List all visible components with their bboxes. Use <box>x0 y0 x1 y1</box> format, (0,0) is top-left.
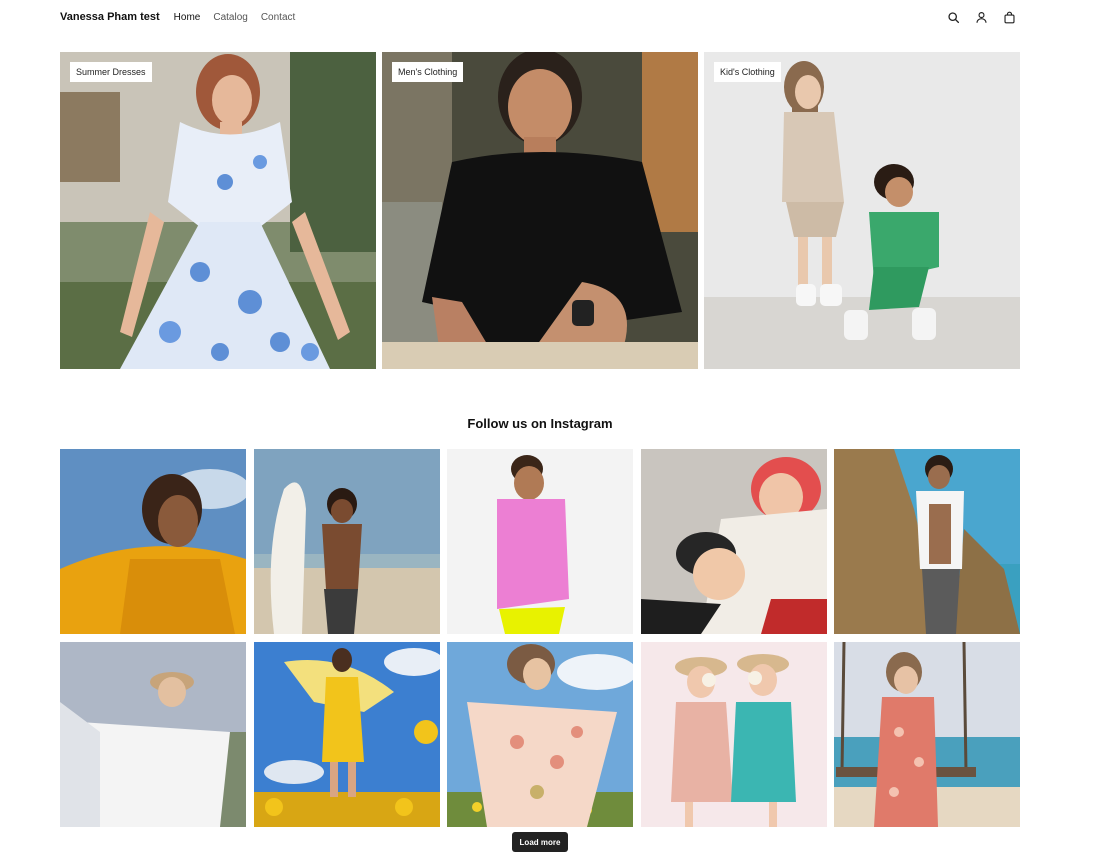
instagram-grid <box>60 449 1020 827</box>
collection-mens-clothing[interactable]: Men's Clothing <box>382 52 698 369</box>
collection-kids-clothing[interactable]: Kid's Clothing <box>704 52 1020 369</box>
instagram-post[interactable] <box>834 449 1020 634</box>
collection-label: Men's Clothing <box>392 62 464 82</box>
brand-name[interactable]: Vanessa Pham test <box>60 11 160 23</box>
nav-catalog[interactable]: Catalog <box>213 12 247 23</box>
nav-home[interactable]: Home <box>174 12 201 23</box>
instagram-post[interactable] <box>447 449 633 634</box>
load-more-button[interactable]: Load more <box>512 832 568 852</box>
site-header: Vanessa Pham test Home Catalog Contact <box>60 0 1020 34</box>
collection-summer-dresses[interactable]: Summer Dresses <box>60 52 376 369</box>
header-icons <box>946 10 1016 24</box>
instagram-post[interactable] <box>60 642 246 827</box>
summer-dress-photo <box>60 52 376 369</box>
collection-label: Summer Dresses <box>70 62 152 82</box>
instagram-post[interactable] <box>640 449 827 634</box>
collection-label: Kid's Clothing <box>714 62 781 82</box>
instagram-post[interactable] <box>253 642 440 827</box>
search-icon[interactable] <box>946 10 960 24</box>
mens-clothing-photo <box>382 52 698 369</box>
kids-clothing-photo <box>704 52 1020 369</box>
collection-tiles: Summer Dresses Men's Clothing Kid's Clot… <box>60 52 1020 369</box>
cart-icon[interactable] <box>1002 10 1016 24</box>
instagram-post[interactable] <box>834 642 1020 827</box>
main-nav: Home Catalog Contact <box>174 12 296 23</box>
instagram-post[interactable] <box>447 642 633 827</box>
instagram-heading: Follow us on Instagram <box>467 416 613 431</box>
account-icon[interactable] <box>974 10 988 24</box>
nav-contact[interactable]: Contact <box>261 12 295 23</box>
instagram-post[interactable] <box>640 642 827 827</box>
instagram-post[interactable] <box>253 449 440 634</box>
instagram-post[interactable] <box>60 449 246 634</box>
